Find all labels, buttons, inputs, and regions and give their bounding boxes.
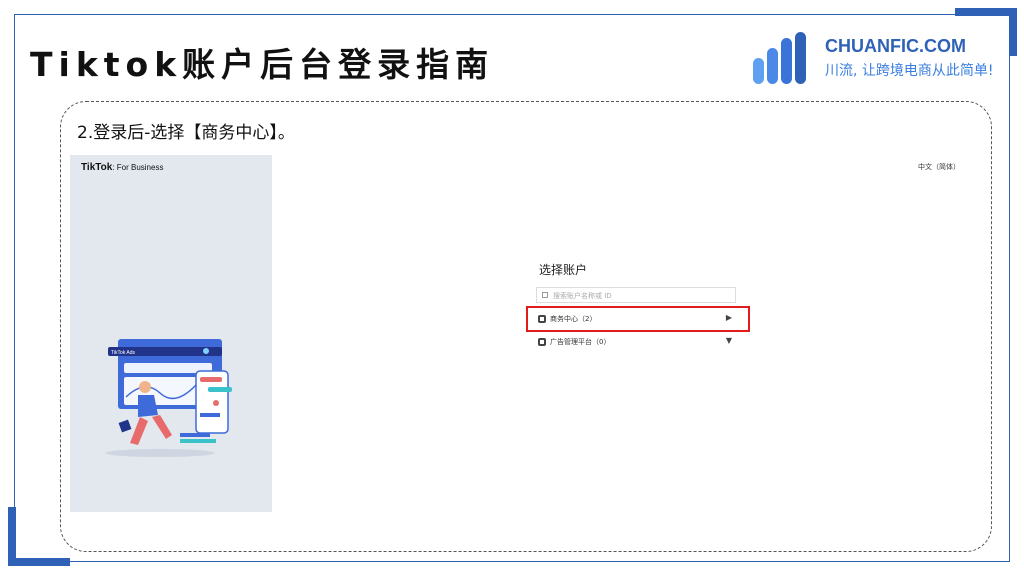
account-search-input[interactable]: 搜索账户名称或 ID — [536, 287, 736, 303]
logo-name: CHUANFIC.COM — [825, 36, 966, 56]
corner-decoration-bottom-left — [8, 558, 70, 566]
step-text: 2.登录后-选择【商务中心】。 — [77, 123, 295, 143]
logo-slogan: 川流, 让跨境电商从此简单! — [825, 63, 994, 79]
logo: CHUANFIC.COM 川流, 让跨境电商从此简单! — [753, 32, 994, 84]
corner-decoration-bottom-left-vertical — [8, 507, 16, 566]
language-selector[interactable]: 中文（简体） — [918, 162, 960, 172]
highlight-box — [526, 306, 750, 332]
illustration-label: TikTok Ads — [111, 350, 135, 356]
left-panel: TikTok: For Business TikTok Ads — [70, 155, 272, 512]
select-account-title: 选择账户 — [539, 263, 588, 277]
ads-manager-icon — [538, 338, 546, 346]
ads-illustration-icon: TikTok Ads — [105, 339, 232, 457]
brand-name: TikTok — [81, 162, 113, 173]
account-row-ads-manager[interactable]: 广告管理平台（0） ▼ — [538, 336, 734, 350]
embedded-screenshot: TikTok: For Business TikTok Ads 中文（简体） 选… — [70, 155, 968, 512]
brand-sub: : For Business — [112, 163, 164, 172]
chevron-down-icon: ▼ — [725, 336, 732, 345]
slide-title: Tiktok账户后台登录指南 — [30, 45, 495, 84]
corner-decoration-top-right-vertical — [1009, 8, 1017, 56]
account-row-label: 广告管理平台（0） — [550, 338, 611, 346]
logo-bars-icon — [753, 32, 815, 84]
search-icon — [542, 292, 548, 298]
corner-decoration-top-right — [955, 8, 1017, 16]
search-placeholder: 搜索账户名称或 ID — [553, 292, 612, 300]
tiktok-brand: TikTok: For Business — [81, 162, 163, 173]
